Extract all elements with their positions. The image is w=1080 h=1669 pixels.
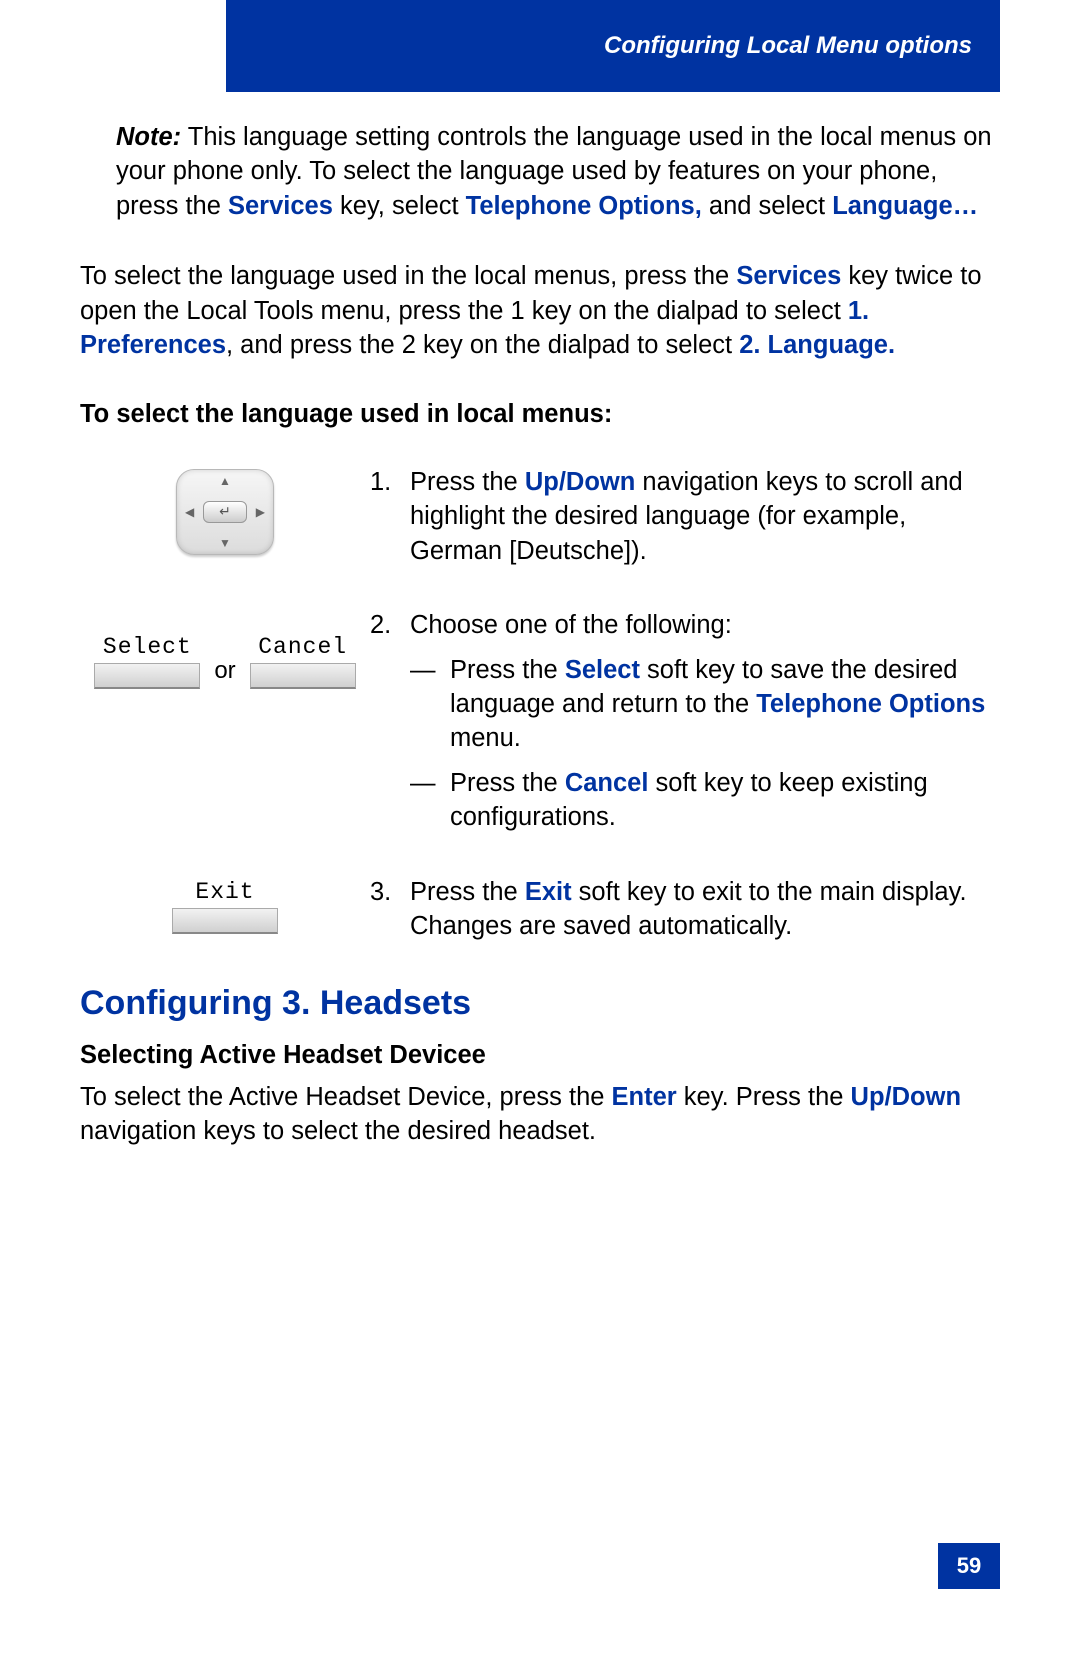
s1-link-down: Down	[566, 468, 635, 496]
step-row-3: Exit 3. Press the Exit soft key to exit …	[80, 875, 1000, 944]
procedure-heading: To select the language used in local men…	[80, 397, 1000, 431]
step-2-icon-col: Select or Cancel	[80, 608, 370, 689]
page-number: 59	[938, 1543, 1000, 1589]
step-3-text: 3. Press the Exit soft key to exit to th…	[370, 875, 1000, 944]
softkey-cancel-button-icon	[250, 663, 356, 689]
hs-link-up: Up	[851, 1083, 885, 1111]
hs-t2: key. Press the	[677, 1083, 851, 1111]
s2-sub-a: — Press the Select soft key to save the …	[410, 653, 1000, 756]
link-language: Language…	[832, 192, 978, 220]
s1-t1: Press the	[410, 468, 525, 496]
intro-t1: To select the language used in the local…	[80, 262, 736, 290]
step-1-number: 1.	[370, 465, 410, 568]
s1-slash: /	[559, 468, 566, 496]
softkey-cancel: Cancel	[250, 634, 356, 689]
s2a-link-telopts: Telephone Options	[756, 690, 985, 718]
intro-link-services: Services	[736, 262, 841, 290]
intro-paragraph: To select the language used in the local…	[80, 259, 1000, 362]
link-services: Services	[228, 192, 333, 220]
softkey-select-label: Select	[94, 634, 200, 660]
enter-key-icon: ↵	[203, 501, 247, 523]
nav-pad-icon: ▲ ▼ ◀ ▶ ↵	[176, 469, 274, 555]
hs-link-down: Down	[892, 1083, 961, 1111]
softkey-cancel-label: Cancel	[250, 634, 356, 660]
softkey-select-button-icon	[94, 663, 200, 689]
hs-t3: navigation keys to select the desired he…	[80, 1117, 596, 1145]
softkey-exit-button-icon	[172, 908, 278, 934]
s3-t1: Press the	[410, 878, 525, 906]
step-1-icon-col: ▲ ▼ ◀ ▶ ↵	[80, 465, 370, 555]
step-3-icon-col: Exit	[80, 875, 370, 934]
hs-t1: To select the Active Headset Device, pre…	[80, 1083, 612, 1111]
hs-slash: /	[885, 1083, 892, 1111]
subheading-active-headset: Selecting Active Headset Devicee	[80, 1041, 1000, 1070]
arrow-right-icon: ▶	[256, 505, 265, 519]
header-bar: Configuring Local Menu options	[226, 0, 1000, 92]
s2-sub-b: — Press the Cancel soft key to keep exis…	[410, 766, 1000, 835]
note-block: Note: This language setting controls the…	[116, 120, 1000, 223]
softkey-exit-label: Exit	[172, 879, 278, 905]
steps-table: ▲ ▼ ◀ ▶ ↵ 1. Press the Up/Down navigatio…	[80, 465, 1000, 944]
s1-link-up: Up	[525, 468, 559, 496]
headset-paragraph: To select the Active Headset Device, pre…	[80, 1080, 1000, 1149]
arrow-left-icon: ◀	[185, 505, 194, 519]
softkey-group: Select or Cancel	[94, 634, 355, 689]
note-text-2: key, select	[333, 192, 466, 220]
intro-link-language: 2. Language.	[739, 331, 895, 359]
step-row-1: ▲ ▼ ◀ ▶ ↵ 1. Press the Up/Down navigatio…	[80, 465, 1000, 568]
arrow-down-icon: ▼	[219, 536, 231, 550]
step-1-text: 1. Press the Up/Down navigation keys to …	[370, 465, 1000, 568]
softkey-exit: Exit	[172, 879, 278, 934]
dash-a: —	[410, 653, 450, 756]
arrow-up-icon: ▲	[219, 474, 231, 488]
note-label: Note:	[116, 123, 181, 151]
s2a-t3: menu.	[450, 724, 521, 752]
link-telephone-options: Telephone Options,	[466, 192, 702, 220]
step-2-number: 2.	[370, 608, 410, 835]
s2a-t1: Press the	[450, 656, 565, 684]
s2b-t1: Press the	[450, 769, 565, 797]
s3-link-exit: Exit	[525, 878, 572, 906]
s2b-link-cancel: Cancel	[565, 769, 649, 797]
s2-intro: Choose one of the following:	[410, 608, 1000, 642]
or-text: or	[214, 639, 235, 685]
page-header-title: Configuring Local Menu options	[604, 32, 972, 60]
step-3-number: 3.	[370, 875, 410, 944]
s2a-link-select: Select	[565, 656, 640, 684]
hs-link-enter: Enter	[612, 1083, 677, 1111]
intro-t3: , and press the 2 key on the dialpad to …	[226, 331, 739, 359]
note-text-3: and select	[702, 192, 832, 220]
step-2-text: 2. Choose one of the following: — Press …	[370, 608, 1000, 835]
softkey-select: Select	[94, 634, 200, 689]
dash-b: —	[410, 766, 450, 835]
page-content: Note: This language setting controls the…	[80, 120, 1000, 1148]
section-heading-headsets: Configuring 3. Headsets	[80, 984, 1000, 1023]
step-row-2: Select or Cancel 2. Choose one of the fo…	[80, 608, 1000, 835]
